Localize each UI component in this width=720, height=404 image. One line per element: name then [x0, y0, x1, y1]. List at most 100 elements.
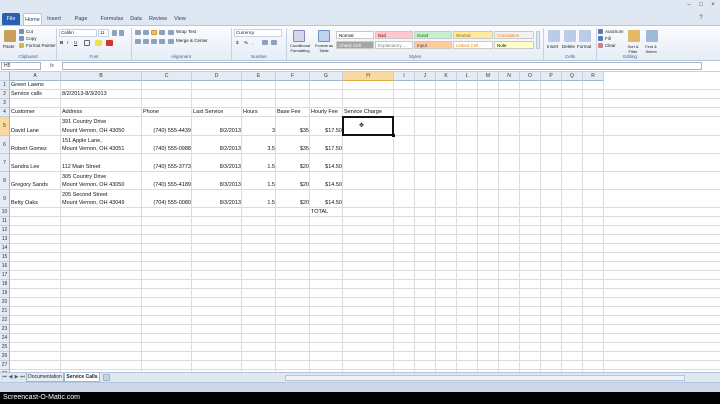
- row-header-13[interactable]: 13: [0, 235, 10, 244]
- cell-address-line1[interactable]: 305 Country Drive: [61, 174, 107, 180]
- tab-data[interactable]: Data: [128, 13, 144, 25]
- row-header-24[interactable]: 24: [0, 334, 10, 343]
- cell-last-service[interactable]: 8/3/2013: [192, 200, 242, 206]
- cell-hourly-fee[interactable]: $14.50: [310, 200, 343, 206]
- column-header-i[interactable]: I: [394, 72, 415, 81]
- last-sheet-icon[interactable]: ⏭: [20, 374, 25, 381]
- first-sheet-icon[interactable]: ⏮: [2, 374, 7, 381]
- cell-hours[interactable]: 1.5: [242, 182, 276, 188]
- tab-review[interactable]: Review: [147, 13, 169, 25]
- cell-a1[interactable]: Green Lawns: [10, 82, 45, 88]
- wrap-text-button[interactable]: Wrap Text: [176, 29, 196, 35]
- column-header-d[interactable]: D: [192, 72, 242, 81]
- cell-hourly-fee[interactable]: $17.50: [310, 128, 343, 134]
- cell-last-service[interactable]: 8/3/2013: [192, 164, 242, 170]
- cell-hourly-fee[interactable]: $14.50: [310, 182, 343, 188]
- row-header-18[interactable]: 18: [0, 280, 10, 289]
- italic-button[interactable]: I: [67, 40, 68, 46]
- conditional-formatting-icon[interactable]: [293, 30, 305, 42]
- format-painter-button[interactable]: Format Painter: [26, 43, 56, 49]
- column-header-o[interactable]: O: [520, 72, 541, 81]
- column-header-c[interactable]: C: [142, 72, 192, 81]
- borders-icon[interactable]: [84, 40, 90, 46]
- row-header-16[interactable]: 16: [0, 262, 10, 271]
- close-icon[interactable]: ×: [708, 1, 718, 9]
- header-service-charge[interactable]: Service Charge: [343, 109, 383, 115]
- tab-home[interactable]: Home: [23, 13, 42, 25]
- sheet-tab-service-calls[interactable]: Service Calls: [64, 373, 100, 382]
- cell-style-normal[interactable]: Normal: [336, 31, 374, 39]
- insert-cells-button[interactable]: Insert: [547, 44, 558, 50]
- find-select-icon[interactable]: [646, 30, 658, 42]
- row-header-2[interactable]: 2: [0, 90, 10, 99]
- cell-customer-name[interactable]: Sandra Lee: [10, 164, 40, 170]
- column-header-q[interactable]: Q: [562, 72, 583, 81]
- formula-input[interactable]: [62, 62, 702, 70]
- column-header-l[interactable]: L: [457, 72, 478, 81]
- sort-filter-icon[interactable]: [628, 30, 640, 42]
- cell-b2[interactable]: 8/2/2013-8/3/2013: [61, 91, 108, 97]
- row-header-5[interactable]: 5: [0, 117, 10, 136]
- cell-address-line2[interactable]: Mount Vernon, OH 43049: [61, 200, 125, 206]
- cell-customer-name[interactable]: Betty Oaks: [10, 200, 39, 206]
- cell-style-explanatory[interactable]: Explanatory ...: [375, 41, 413, 49]
- styles-scroll-icon[interactable]: [536, 31, 540, 49]
- cell-hours[interactable]: 1.5: [242, 164, 276, 170]
- fill-icon[interactable]: [598, 36, 603, 41]
- row-header-10[interactable]: 10: [0, 208, 10, 217]
- row-header-3[interactable]: 3: [0, 99, 10, 108]
- sheet-tab-documentation[interactable]: Documentation: [26, 373, 64, 382]
- cell-last-service[interactable]: 8/2/2013: [192, 146, 242, 152]
- column-header-f[interactable]: F: [276, 72, 310, 81]
- cell-style-good[interactable]: Good: [414, 31, 452, 39]
- cell-style-input[interactable]: Input: [414, 41, 452, 49]
- row-header-6[interactable]: 6: [0, 136, 10, 154]
- cell-style-neutral[interactable]: Neutral: [453, 31, 493, 39]
- cell-address-line1[interactable]: 112 Main Street: [61, 164, 101, 170]
- tab-file[interactable]: File: [2, 13, 20, 25]
- active-cell-h5[interactable]: [342, 116, 394, 136]
- font-name-select[interactable]: Calibri: [59, 29, 97, 37]
- indent-icon[interactable]: [159, 39, 165, 44]
- cell-address-line1[interactable]: 151 Apple Lane,: [61, 138, 103, 144]
- align-bottom-icon[interactable]: [151, 30, 157, 35]
- autosum-icon[interactable]: [598, 29, 603, 34]
- row-header-19[interactable]: 19: [0, 289, 10, 298]
- bold-button[interactable]: B: [60, 40, 63, 46]
- column-header-n[interactable]: N: [499, 72, 520, 81]
- cell-address-line2[interactable]: Mount Vernon, OH 43050: [61, 128, 125, 134]
- tab-formulas[interactable]: Formulas: [99, 13, 125, 25]
- cell-base-fee[interactable]: $35: [276, 128, 310, 134]
- cell-phone[interactable]: (740) 555-0988: [142, 146, 192, 152]
- cell-customer-name[interactable]: Gregory Sands: [10, 182, 49, 188]
- column-header-h[interactable]: H: [343, 72, 394, 81]
- sort-filter-button[interactable]: Sort & Filter: [624, 44, 642, 54]
- next-sheet-icon[interactable]: ▶: [14, 374, 19, 381]
- tab-view[interactable]: View: [172, 13, 188, 25]
- cell-customer-name[interactable]: David Lane: [10, 128, 40, 134]
- orientation-icon[interactable]: [159, 30, 165, 35]
- minimize-icon[interactable]: –: [684, 1, 694, 9]
- maximize-icon[interactable]: □: [696, 1, 706, 9]
- align-middle-icon[interactable]: [143, 30, 149, 35]
- cell-hourly-fee[interactable]: $17.50: [310, 146, 343, 152]
- tab-page-layout[interactable]: Page Layout: [66, 13, 96, 34]
- find-select-button[interactable]: Find & Select: [642, 44, 660, 54]
- cell-phone[interactable]: (740) 555-3773: [142, 164, 192, 170]
- cell-style-linked-cell[interactable]: Linked Cell: [453, 41, 493, 49]
- row-header-27[interactable]: 27: [0, 361, 10, 370]
- fill-button[interactable]: Fill: [605, 36, 611, 42]
- cell-base-fee[interactable]: $20: [276, 164, 310, 170]
- merge-center-button[interactable]: Merge & Center: [176, 38, 208, 44]
- font-size-select[interactable]: 11: [98, 29, 109, 37]
- cell-address-line1[interactable]: 391 Country Drive: [61, 119, 107, 125]
- paste-button[interactable]: Paste: [3, 44, 15, 50]
- column-header-b[interactable]: B: [61, 72, 142, 81]
- merge-center-icon[interactable]: [168, 39, 174, 44]
- cell-hours[interactable]: 3: [242, 128, 276, 134]
- header-customer[interactable]: Customer: [10, 109, 36, 115]
- name-box[interactable]: H5: [1, 62, 41, 70]
- cell-last-service[interactable]: 8/2/2013: [192, 128, 242, 134]
- cell-phone[interactable]: (740) 555-4439: [142, 128, 192, 134]
- cell-last-service[interactable]: 8/3/2013: [192, 182, 242, 188]
